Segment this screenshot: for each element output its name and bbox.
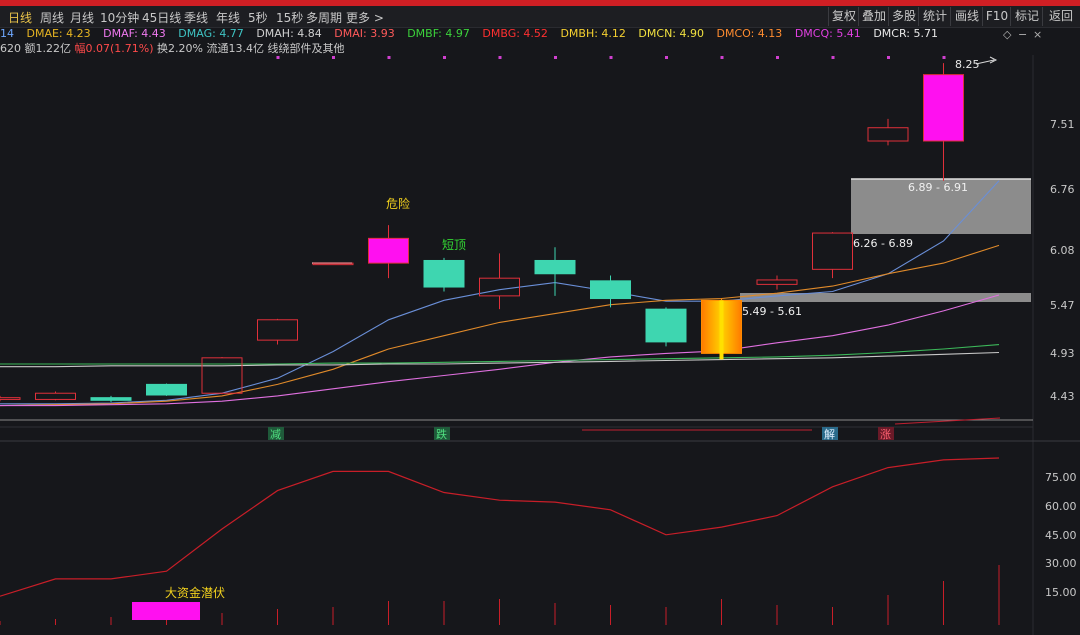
candle-core: [719, 300, 724, 360]
candle: [534, 247, 576, 296]
candlesticks: [0, 63, 964, 403]
signal-fall: 跌: [434, 427, 450, 441]
candle-body: [479, 277, 520, 297]
candle-body: [312, 262, 354, 266]
short-top-label: 短顶: [442, 238, 466, 252]
candle-body: [923, 74, 964, 142]
candle-body: [756, 279, 798, 285]
candle: [867, 118, 909, 146]
ma-line: [0, 180, 1000, 405]
candle-body: [201, 357, 243, 394]
candle-body: [812, 232, 853, 270]
signal-dots: [276, 56, 946, 59]
candle-body: [90, 397, 132, 401]
price-tick: 6.76: [1050, 183, 1075, 196]
signal-dot: [609, 56, 613, 59]
candle: [90, 395, 132, 403]
signal-dot: [665, 56, 668, 59]
candle-body: [534, 259, 576, 275]
candle-body: [590, 280, 631, 300]
peak-price-label: 8.25: [955, 58, 980, 71]
candle: [257, 318, 298, 345]
candle: [423, 257, 465, 292]
candle: [701, 298, 742, 360]
signal-dot: [554, 56, 557, 59]
candle-body: [35, 392, 76, 400]
candle: [35, 391, 76, 401]
candle-body: [867, 127, 909, 142]
oscillator-axis: 75.00 60.00 45.00 30.00 15.00: [1045, 471, 1077, 599]
signal-dot: [276, 56, 280, 59]
candle-body: [368, 237, 409, 264]
price-tick: 4.43: [1050, 390, 1075, 403]
signal-dot: [887, 56, 890, 59]
signal-dot: [720, 56, 724, 59]
candle: [923, 63, 964, 181]
big-money-box: [132, 602, 200, 620]
candle: [0, 395, 21, 402]
zone-low-label: 5.49 - 5.61: [742, 305, 802, 318]
osc-tick: 30.00: [1045, 557, 1077, 570]
osc-tick: 15.00: [1045, 586, 1077, 599]
signal-dot: [498, 56, 502, 59]
signal-dot: [942, 56, 946, 59]
zone-mid-label: 6.26 - 6.89: [853, 237, 913, 250]
svg-text:解: 解: [824, 427, 835, 441]
candle-body: [0, 397, 21, 400]
signal-reduce: 减: [268, 427, 284, 441]
danger-label: 危险: [386, 196, 410, 211]
signal-rise: 涨: [878, 427, 894, 441]
candle: [812, 232, 853, 279]
candle: [590, 275, 631, 308]
candle-body: [423, 259, 465, 288]
svg-text:减: 减: [270, 428, 281, 441]
osc-tick: 60.00: [1045, 500, 1077, 513]
signal-dot: [387, 56, 391, 59]
candle: [146, 383, 187, 396]
svg-text:涨: 涨: [880, 428, 891, 441]
candle: [645, 307, 687, 347]
kline-chart[interactable]: 7.51 6.76 6.08 5.47 4.93 4.43 危险 短顶 8.25…: [0, 0, 1080, 635]
signal-dot: [332, 56, 335, 59]
oscillator-line: [0, 457, 1000, 597]
ma-line: [0, 344, 1000, 365]
candle: [756, 275, 798, 290]
signal-relief: 解: [822, 427, 838, 441]
zone-top-label: 6.89 - 6.91: [908, 181, 968, 194]
candle: [201, 356, 243, 395]
candle: [312, 262, 354, 266]
candle-body: [146, 383, 187, 396]
price-tick: 4.93: [1050, 347, 1075, 360]
price-tick: 6.08: [1050, 244, 1075, 257]
price-axis: 7.51 6.76 6.08 5.47 4.93 4.43: [1050, 118, 1075, 403]
candle-body: [257, 319, 298, 341]
svg-text:跌: 跌: [436, 427, 447, 441]
signal-dot: [831, 56, 835, 59]
big-money-label: 大资金潜伏: [165, 585, 225, 600]
candle: [479, 253, 520, 310]
candle: [368, 225, 409, 279]
support-zone-low: [740, 293, 1031, 302]
price-tick: 5.47: [1050, 299, 1075, 312]
signal-dot: [776, 56, 779, 59]
osc-tick: 45.00: [1045, 529, 1077, 542]
candle-body: [645, 308, 687, 343]
signal-dot: [443, 56, 446, 59]
price-tick: 7.51: [1050, 118, 1075, 131]
osc-tick: 75.00: [1045, 471, 1077, 484]
